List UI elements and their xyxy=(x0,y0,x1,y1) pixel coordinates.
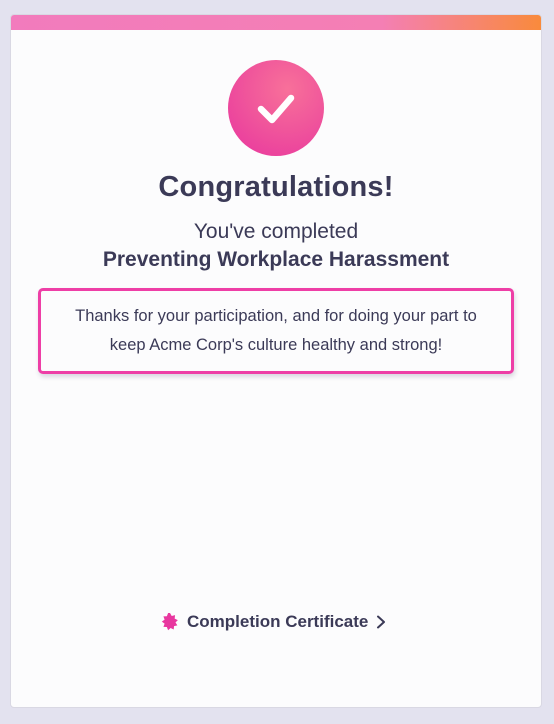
congratulations-heading: Congratulations! xyxy=(158,171,394,203)
completed-subtitle: You've completed xyxy=(193,220,359,243)
thank-you-message: Thanks for your participation, and for d… xyxy=(75,302,477,360)
message-line-2: keep Acme Corp's culture healthy and str… xyxy=(109,336,443,354)
progress-stripe xyxy=(11,15,541,30)
badge-icon xyxy=(161,613,178,631)
thank-you-message-box: Thanks for your participation, and for d… xyxy=(38,288,514,374)
completion-card: Congratulations! You've completed Preven… xyxy=(10,14,542,708)
checkmark-icon xyxy=(257,94,295,124)
chevron-right-icon xyxy=(377,615,386,629)
completion-certificate-label: Completion Certificate xyxy=(187,612,369,631)
completion-check-badge xyxy=(228,60,324,156)
completion-certificate-link[interactable]: Completion Certificate xyxy=(161,609,386,635)
message-line-1: Thanks for your participation, and for d… xyxy=(75,307,477,325)
course-name: Preventing Workplace Harassment xyxy=(102,248,450,271)
